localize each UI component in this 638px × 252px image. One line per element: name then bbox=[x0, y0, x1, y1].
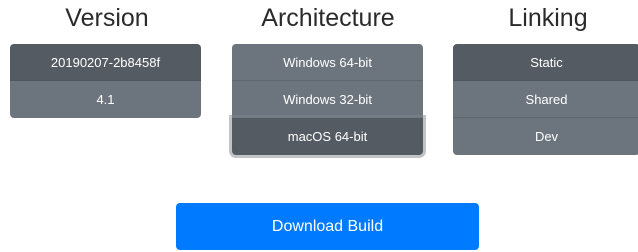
architecture-title: Architecture bbox=[261, 4, 395, 32]
linking-option-shared[interactable]: Shared bbox=[453, 81, 638, 118]
download-build-button[interactable]: Download Build bbox=[176, 203, 479, 250]
version-button-group: 20190207-2b8458f 4.1 bbox=[10, 44, 201, 118]
linking-option-static[interactable]: Static bbox=[453, 44, 638, 81]
linking-button-group: Static Shared Dev bbox=[453, 44, 638, 155]
linking-option-dev[interactable]: Dev bbox=[453, 118, 638, 155]
version-title: Version bbox=[65, 4, 149, 32]
architecture-option-macos64[interactable]: macOS 64-bit bbox=[232, 118, 423, 155]
version-option-nightly[interactable]: 20190207-2b8458f bbox=[10, 44, 201, 81]
architecture-option-win32[interactable]: Windows 32-bit bbox=[232, 81, 423, 118]
architecture-button-group: Windows 64-bit Windows 32-bit macOS 64-b… bbox=[232, 44, 423, 155]
version-option-4-1[interactable]: 4.1 bbox=[10, 81, 201, 118]
download-build-label: Download Build bbox=[271, 217, 384, 235]
architecture-option-win64[interactable]: Windows 64-bit bbox=[232, 44, 423, 81]
linking-title: Linking bbox=[508, 4, 588, 32]
